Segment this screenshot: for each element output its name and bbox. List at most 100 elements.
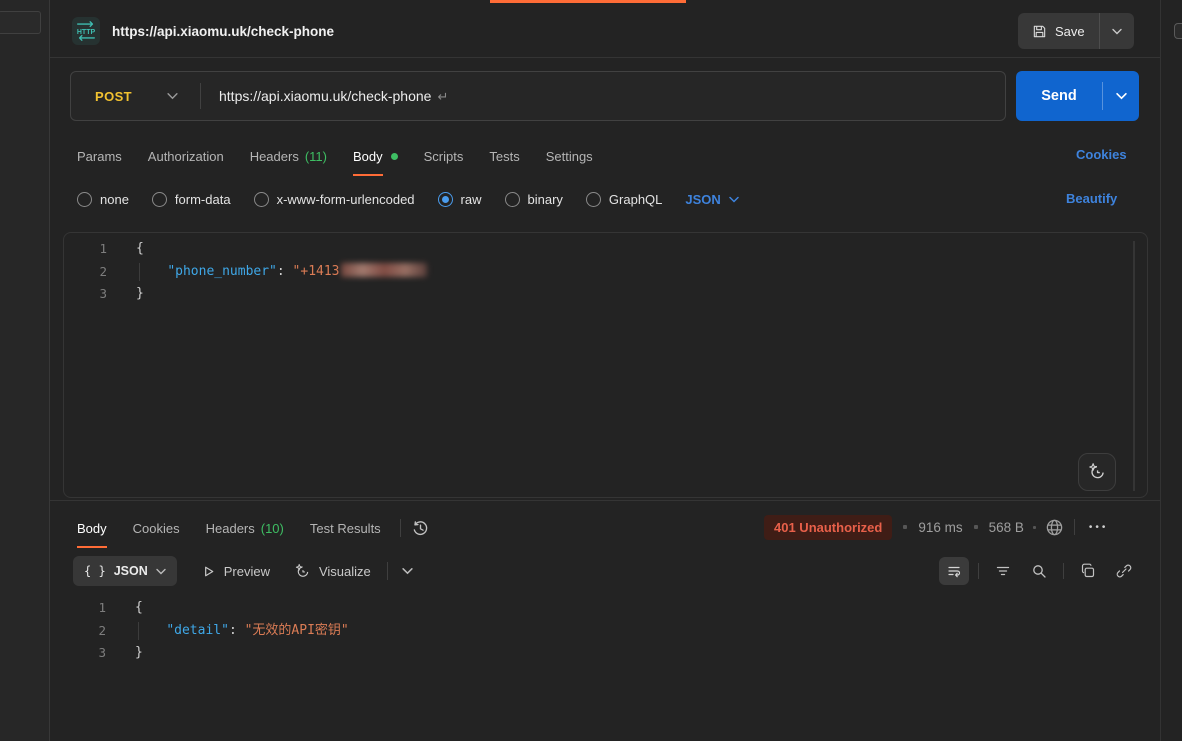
editor-scrollbar[interactable] xyxy=(1133,241,1135,491)
active-tab-indicator xyxy=(490,0,686,3)
method-selector-chevron[interactable] xyxy=(167,92,178,100)
copy-icon xyxy=(1080,563,1096,579)
right-rail-divider xyxy=(1160,0,1161,741)
request-url-bar: POST https://api.xiaomu.uk/check-phone↵ xyxy=(70,71,1006,121)
json-key: "phone_number" xyxy=(167,264,277,279)
response-time[interactable]: 916 ms xyxy=(918,520,962,535)
search-icon xyxy=(1031,563,1047,579)
tab-authorization-label: Authorization xyxy=(148,149,224,164)
postbot-button[interactable] xyxy=(1078,453,1116,491)
radio-icon xyxy=(505,192,520,207)
visualize-button[interactable]: Visualize xyxy=(294,563,371,580)
body-type-binary[interactable]: binary xyxy=(505,192,563,207)
tab-headers-label: Headers xyxy=(250,149,299,164)
preview-label: Preview xyxy=(224,564,270,579)
body-type-none-label: none xyxy=(100,192,129,207)
raw-format-selector[interactable]: JSON xyxy=(685,192,738,207)
tab-tests[interactable]: Tests xyxy=(476,137,532,175)
visualize-sparkle-icon xyxy=(294,563,311,580)
send-button[interactable]: Send xyxy=(1016,88,1102,104)
line-number: 1 xyxy=(64,238,107,261)
tab-settings[interactable]: Settings xyxy=(533,137,606,175)
history-clock-icon xyxy=(411,519,430,538)
response-tabs-divider xyxy=(400,519,401,537)
share-link-button[interactable] xyxy=(1109,557,1139,585)
preview-button[interactable]: Preview xyxy=(201,564,270,579)
url-input[interactable]: https://api.xiaomu.uk/check-phone↵ xyxy=(219,88,448,105)
json-key: "detail" xyxy=(166,623,229,638)
headers-count-badge: (11) xyxy=(305,149,327,164)
body-type-graphql[interactable]: GraphQL xyxy=(586,192,662,207)
indent xyxy=(135,623,166,638)
response-tab-test-results[interactable]: Test Results xyxy=(297,509,394,547)
status-badge[interactable]: 401 Unauthorized xyxy=(764,515,892,540)
network-globe-icon[interactable] xyxy=(1045,518,1064,537)
icons-divider xyxy=(1063,563,1064,579)
response-tab-cookies[interactable]: Cookies xyxy=(120,509,193,547)
response-tabs: Body Cookies Headers(10) Test Results xyxy=(64,509,435,547)
response-toolbar: { } JSON Preview Visualize xyxy=(73,556,413,586)
response-format-selector[interactable]: { } JSON xyxy=(73,556,177,586)
status-divider xyxy=(1074,519,1075,535)
redacted-phone-blur xyxy=(341,263,427,277)
tab-settings-label: Settings xyxy=(546,149,593,164)
chevron-down-icon xyxy=(402,567,413,575)
code-text: { xyxy=(106,597,143,620)
json-value-visible: "+1413 xyxy=(293,264,340,279)
right-rail-partial-icon[interactable] xyxy=(1174,23,1182,39)
line-number: 2 xyxy=(63,620,106,643)
code-line: 1 { xyxy=(63,597,1148,620)
body-type-none[interactable]: none xyxy=(77,192,129,207)
tab-authorization[interactable]: Authorization xyxy=(135,137,237,175)
radio-icon xyxy=(586,192,601,207)
tab-params[interactable]: Params xyxy=(64,137,135,175)
save-button[interactable]: Save xyxy=(1018,13,1099,49)
body-type-form-data[interactable]: form-data xyxy=(152,192,231,207)
request-body-code: 1 { 2 "phone_number": "+1413 3 } xyxy=(64,233,1147,306)
body-type-raw[interactable]: raw xyxy=(438,192,482,207)
search-button[interactable] xyxy=(1024,557,1054,585)
response-body-viewer[interactable]: 1 { 2 "detail": "无效的API密钥" 3 } xyxy=(63,592,1148,665)
tab-headers[interactable]: Headers (11) xyxy=(237,137,340,175)
wrap-text-button[interactable] xyxy=(939,557,969,585)
tab-scripts[interactable]: Scripts xyxy=(411,137,477,175)
wrap-text-icon xyxy=(946,563,962,579)
send-options-button[interactable] xyxy=(1103,92,1139,100)
code-text: } xyxy=(106,642,143,665)
tab-tests-label: Tests xyxy=(489,149,519,164)
separator-dot xyxy=(974,525,978,529)
request-body-editor[interactable]: 1 { 2 "phone_number": "+1413 3 } xyxy=(63,232,1148,498)
separator-dot xyxy=(1033,526,1036,529)
left-sidebar-rail xyxy=(0,0,50,741)
response-tab-body[interactable]: Body xyxy=(64,509,120,547)
tab-body-label: Body xyxy=(353,149,383,176)
copy-response-button[interactable] xyxy=(1073,557,1103,585)
response-action-icons xyxy=(936,556,1142,586)
method-selector-value[interactable]: POST xyxy=(95,89,167,104)
toolbar-more-chevron[interactable] xyxy=(402,567,413,575)
collapsed-sidebar-stub[interactable] xyxy=(0,11,41,34)
code-line: 2 "phone_number": "+1413 xyxy=(64,261,1147,284)
body-type-binary-label: binary xyxy=(528,192,563,207)
response-body-code: 1 { 2 "detail": "无效的API密钥" 3 } xyxy=(63,592,1148,665)
body-type-options: none form-data x-www-form-urlencoded raw… xyxy=(77,185,739,213)
response-history-button[interactable] xyxy=(407,514,435,542)
postman-app-window: HTTP https://api.xiaomu.uk/check-phone S… xyxy=(0,0,1182,741)
filter-button[interactable] xyxy=(988,557,1018,585)
response-more-options-button[interactable]: ••• xyxy=(1085,518,1113,537)
separator-dot xyxy=(903,525,907,529)
beautify-link[interactable]: Beautify xyxy=(1066,191,1117,206)
response-size[interactable]: 568 B xyxy=(989,520,1024,535)
radio-selected-icon xyxy=(438,192,453,207)
radio-icon xyxy=(254,192,269,207)
body-type-urlencoded[interactable]: x-www-form-urlencoded xyxy=(254,192,415,207)
tab-body[interactable]: Body xyxy=(340,137,411,175)
response-tab-headers[interactable]: Headers(10) xyxy=(193,509,297,547)
indent-guide xyxy=(138,622,139,641)
braces-icon: { } xyxy=(84,564,106,578)
cookies-link[interactable]: Cookies xyxy=(1076,147,1127,162)
save-button-label: Save xyxy=(1055,24,1085,39)
line-number: 3 xyxy=(64,283,107,306)
save-options-button[interactable] xyxy=(1100,13,1134,49)
send-button-group: Send xyxy=(1016,71,1139,121)
